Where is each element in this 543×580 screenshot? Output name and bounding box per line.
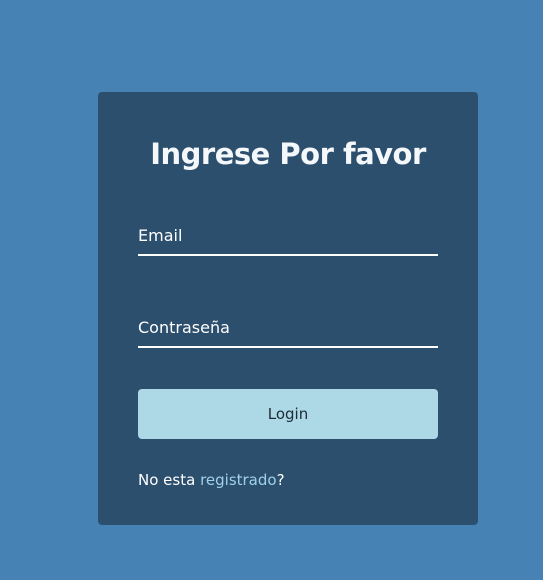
login-card: Ingrese Por favor Login No esta registra… (98, 92, 478, 525)
register-link[interactable]: registrado (200, 471, 277, 489)
login-button[interactable]: Login (138, 389, 438, 439)
password-input[interactable] (138, 308, 438, 348)
register-prompt: No esta registrado? (138, 470, 285, 490)
email-input[interactable] (138, 216, 438, 256)
register-prefix: No esta (138, 471, 201, 489)
register-suffix: ? (276, 471, 285, 489)
login-title: Ingrese Por favor (150, 137, 426, 171)
